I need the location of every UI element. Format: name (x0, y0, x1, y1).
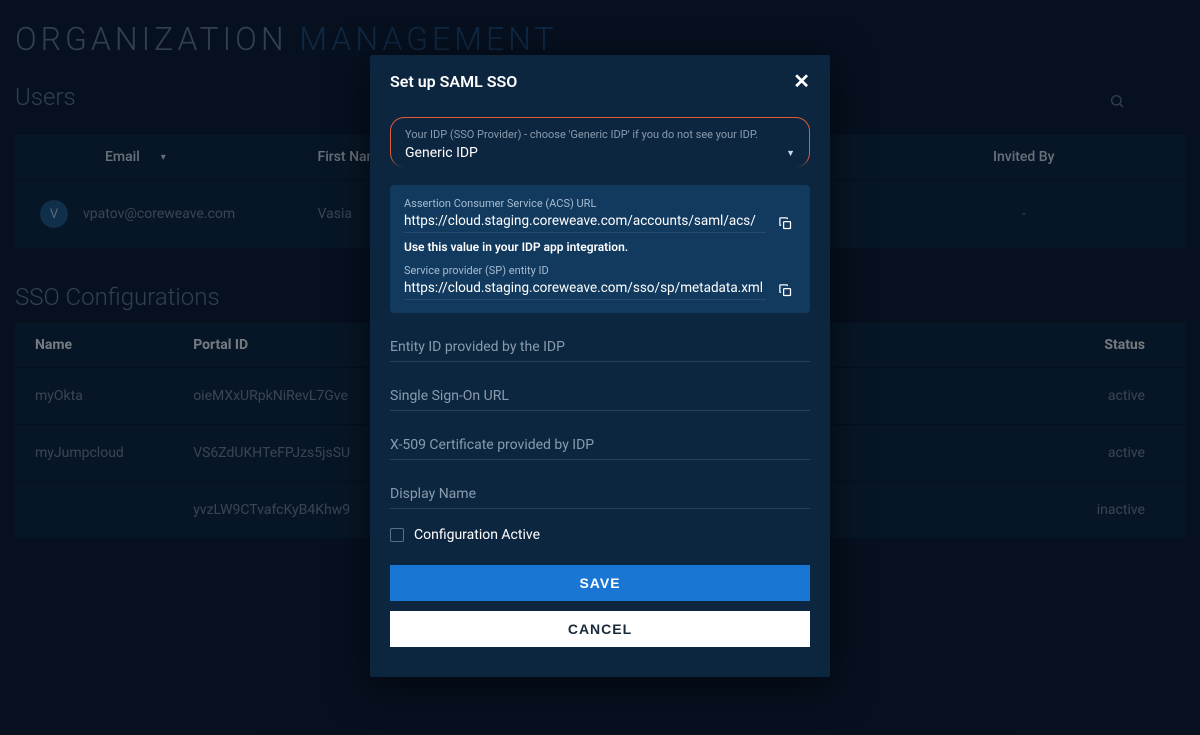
checkbox-label: Configuration Active (414, 527, 540, 543)
x509-input[interactable]: X-509 Certificate provided by IDP (390, 429, 810, 460)
acs-label: Assertion Consumer Service (ACS) URL (404, 197, 796, 210)
sso-url-input[interactable]: Single Sign-On URL (390, 380, 810, 411)
cancel-button[interactable]: CANCEL (390, 611, 810, 647)
modal-overlay: Set up SAML SSO ✕ Your IDP (SSO Provider… (0, 0, 1200, 735)
save-button[interactable]: SAVE (390, 565, 810, 601)
copy-icon[interactable] (774, 279, 796, 301)
checkbox-icon (390, 528, 404, 542)
acs-hint: Use this value in your IDP app integrati… (404, 240, 796, 254)
idp-select-field[interactable]: Your IDP (SSO Provider) - choose 'Generi… (390, 117, 810, 167)
idp-label: Your IDP (SSO Provider) - choose 'Generi… (405, 128, 795, 141)
idp-value: Generic IDP (405, 145, 478, 161)
chevron-down-icon: ▼ (786, 148, 795, 159)
sp-label: Service provider (SP) entity ID (404, 264, 796, 277)
helper-box: Assertion Consumer Service (ACS) URL htt… (390, 185, 810, 313)
modal-saml-sso: Set up SAML SSO ✕ Your IDP (SSO Provider… (370, 55, 830, 677)
modal-header: Set up SAML SSO ✕ (370, 55, 830, 107)
copy-icon[interactable] (774, 212, 796, 234)
config-active-checkbox[interactable]: Configuration Active (390, 527, 810, 543)
display-name-input[interactable]: Display Name (390, 478, 810, 509)
close-icon[interactable]: ✕ (793, 69, 810, 93)
sp-value: https://cloud.staging.coreweave.com/sso/… (404, 280, 766, 300)
modal-title: Set up SAML SSO (390, 72, 517, 91)
acs-value: https://cloud.staging.coreweave.com/acco… (404, 213, 766, 233)
entity-id-input[interactable]: Entity ID provided by the IDP (390, 331, 810, 362)
